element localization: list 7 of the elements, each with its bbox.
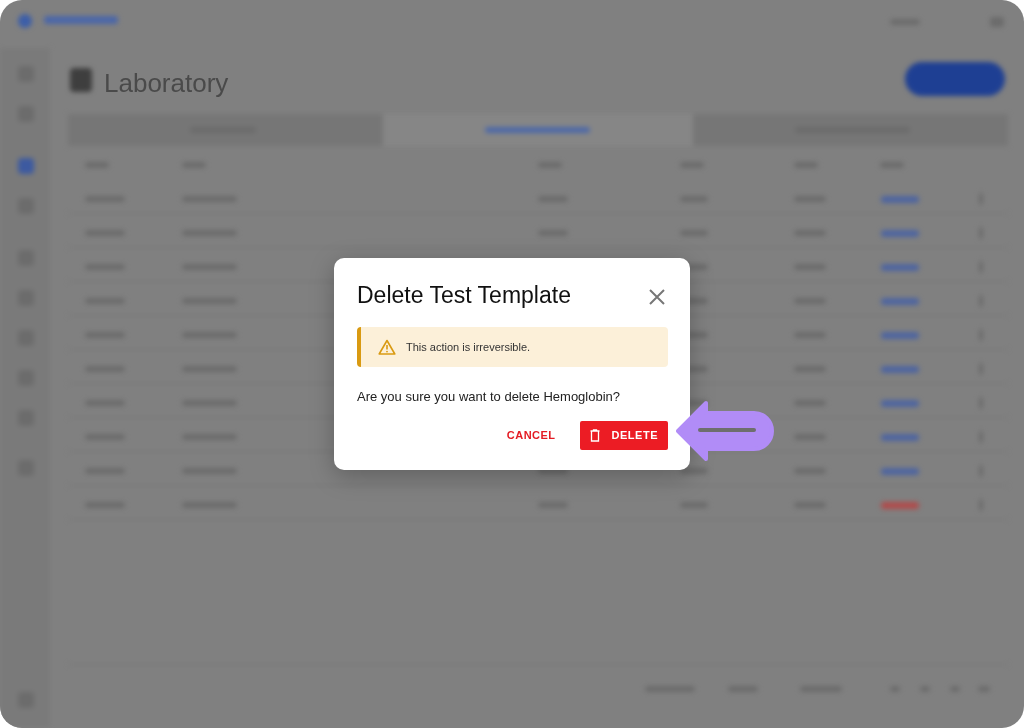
confirmation-message: Are you sure you want to delete Hemoglobin? xyxy=(357,388,622,406)
alert-text: This action is irreversible. xyxy=(406,339,531,355)
warning-icon xyxy=(378,339,396,355)
dialog-title: Delete Test Template xyxy=(357,281,571,310)
trash-icon xyxy=(589,428,600,442)
cancel-button[interactable]: CANCEL xyxy=(498,420,564,450)
delete-button[interactable]: DELETE xyxy=(579,420,668,450)
